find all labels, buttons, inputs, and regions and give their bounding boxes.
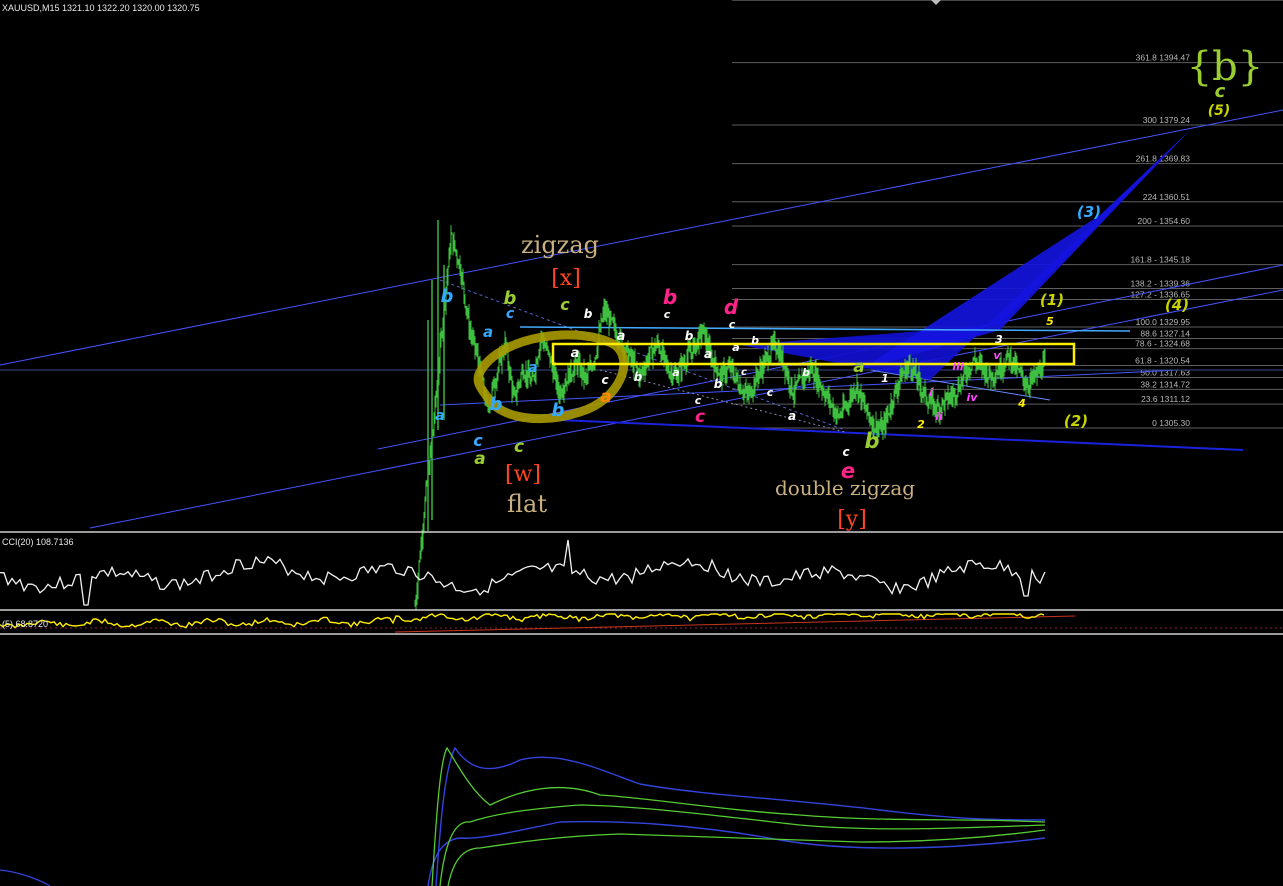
fib-level-label: 0 1305.30 bbox=[1152, 418, 1190, 428]
wave-label: a bbox=[704, 347, 712, 361]
wave-label: i bbox=[929, 386, 933, 399]
wave-label: 5 bbox=[1046, 315, 1054, 328]
wave-label: c bbox=[767, 386, 774, 399]
five-top-label: (5) bbox=[1208, 103, 1231, 119]
wave-label: b bbox=[441, 286, 454, 307]
fib-level-label: 161.8 - 1345.18 bbox=[1130, 255, 1190, 265]
wave-label: 2 bbox=[917, 418, 925, 431]
fib-level-label: 50.0 1317.63 bbox=[1140, 367, 1190, 377]
wave-label: iv bbox=[967, 391, 979, 404]
fib-level-label: 224 1360.51 bbox=[1143, 192, 1191, 202]
zigzag-label: zigzag bbox=[521, 231, 599, 259]
fib-level-label: 100.0 1329.95 bbox=[1136, 317, 1191, 327]
wave-label: a bbox=[528, 360, 537, 376]
wave-label: a bbox=[483, 323, 493, 341]
cci-header: CCI(20) 108.7136 bbox=[2, 537, 74, 547]
wave-label: b bbox=[714, 377, 723, 391]
wave-label: a bbox=[853, 357, 864, 377]
x-label: [x] bbox=[551, 266, 581, 291]
wave-label: a bbox=[617, 329, 626, 344]
wave-label: c bbox=[560, 295, 570, 314]
y-label: [y] bbox=[837, 507, 867, 532]
wave-label: ii bbox=[935, 410, 943, 423]
main-chart-header: XAUUSD,M15 1321.10 1322.20 1320.00 1320.… bbox=[2, 3, 200, 13]
wave-label: d bbox=[724, 295, 739, 319]
fib-level-label: 23.6 1311.12 bbox=[1141, 394, 1190, 404]
wave-label: v bbox=[993, 349, 1001, 362]
wave-label: b bbox=[584, 307, 593, 321]
fib-level-label: 200 - 1354.60 bbox=[1138, 216, 1191, 226]
wave-label: c bbox=[695, 394, 702, 407]
wave-label: a bbox=[600, 387, 611, 407]
wave-label: c bbox=[695, 407, 705, 427]
w-label: [w] bbox=[505, 462, 541, 487]
flat-label: flat bbox=[507, 490, 547, 518]
wave-label: c bbox=[741, 367, 747, 378]
wave-label: a bbox=[788, 409, 796, 423]
wave-label: b bbox=[685, 329, 694, 343]
wave-label: c bbox=[473, 431, 483, 450]
wave-label: b bbox=[663, 285, 677, 309]
wave-label: (2) bbox=[1064, 412, 1088, 430]
wave-label: a bbox=[732, 341, 739, 354]
wave-label: c bbox=[506, 306, 515, 322]
fib-level-label: 61.8 - 1320.54 bbox=[1135, 356, 1190, 366]
wave-label: b bbox=[751, 334, 759, 347]
wave-label: (1) bbox=[1040, 291, 1064, 309]
rsi-header: (5) 68.8720 bbox=[2, 619, 48, 629]
wave-label: iii bbox=[952, 360, 964, 373]
wave-label: c bbox=[842, 445, 849, 459]
wave-label: (4) bbox=[1165, 296, 1189, 314]
fib-level-label: 300 1379.24 bbox=[1143, 115, 1191, 125]
wave-label: b bbox=[634, 370, 643, 384]
fib-level-label: 78.6 - 1324.68 bbox=[1135, 339, 1190, 349]
wave-label: a bbox=[435, 408, 444, 424]
wave-label: b bbox=[864, 429, 879, 453]
wave-label: a bbox=[571, 346, 580, 361]
wave-label: c bbox=[729, 318, 736, 331]
c-top-label: c bbox=[1215, 81, 1226, 102]
wave-label: a bbox=[672, 366, 679, 379]
fib-level-label: 138.2 - 1339.36 bbox=[1130, 278, 1190, 288]
wave-label: b bbox=[490, 394, 503, 415]
wave-label: 1 bbox=[881, 372, 889, 385]
wave-label: b bbox=[802, 366, 810, 379]
fib-level-label: 361.8 1394.47 bbox=[1136, 53, 1191, 63]
fib-level-label: 261.8 1369.83 bbox=[1136, 154, 1191, 164]
wave-label: c bbox=[664, 308, 671, 321]
wave-label: a bbox=[474, 449, 485, 469]
chart-canvas: 423.6 1409.70361.8 1394.47300 1379.24261… bbox=[0, 0, 1283, 886]
wave-label: (3) bbox=[1077, 203, 1101, 221]
wave-label: c bbox=[514, 437, 524, 457]
fib-level-label: 88.6 1327.14 bbox=[1140, 329, 1190, 339]
wave-label: 3 bbox=[995, 333, 1003, 346]
double-zigzag-label: double zigzag bbox=[775, 476, 915, 500]
wave-label: c bbox=[601, 373, 608, 387]
wave-label: 4 bbox=[1017, 397, 1026, 410]
fib-level-label: 38.2 1314.72 bbox=[1140, 379, 1190, 389]
wave-label: b bbox=[552, 400, 565, 421]
